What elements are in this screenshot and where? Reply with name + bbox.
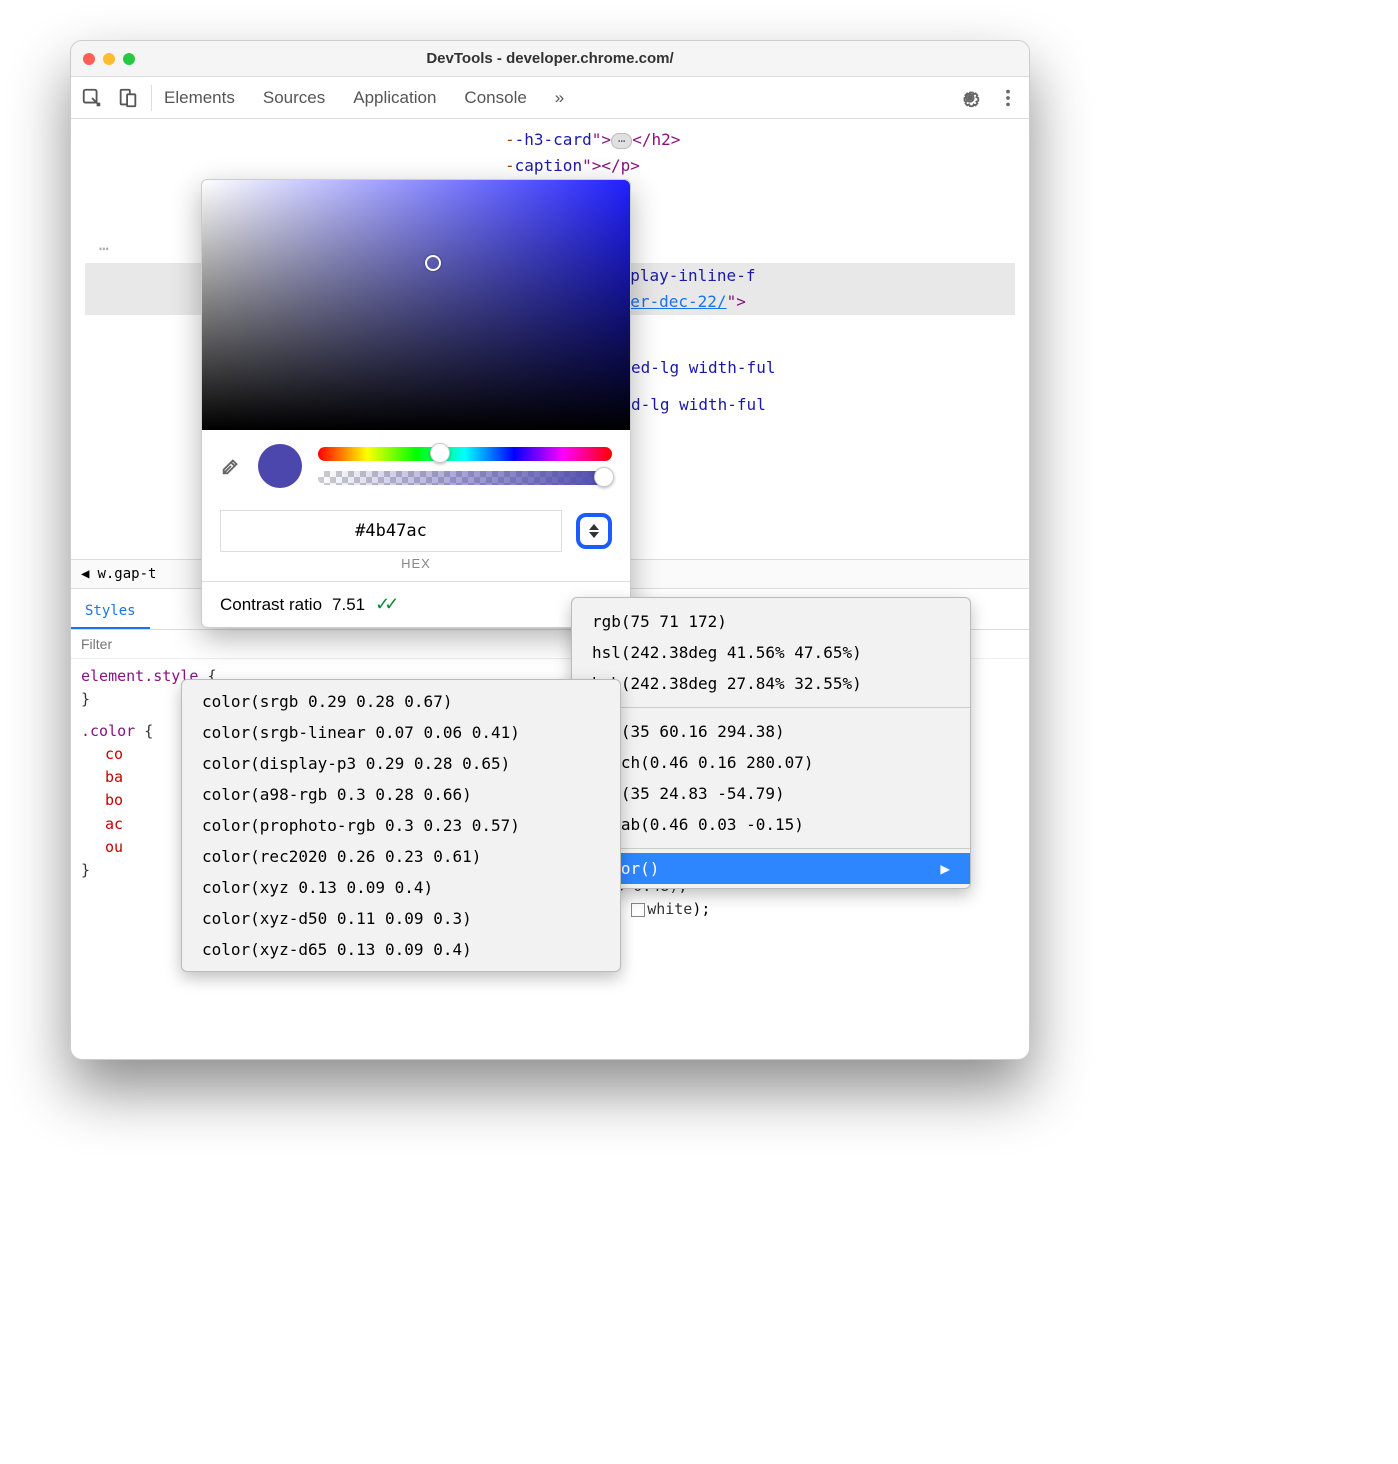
tab-elements[interactable]: Elements: [164, 88, 235, 108]
window-title: DevTools - developer.chrome.com/: [71, 50, 1029, 67]
chevron-down-icon: [589, 532, 599, 538]
inspect-icon[interactable]: [81, 87, 103, 109]
device-toggle-icon[interactable]: [117, 87, 139, 109]
check-icon: ✓✓: [375, 594, 393, 615]
tab-console[interactable]: Console: [464, 88, 526, 108]
submenu-option[interactable]: color(xyz 0.13 0.09 0.4): [182, 872, 620, 903]
eyedropper-icon[interactable]: [220, 455, 242, 477]
format-label: HEX: [202, 556, 630, 581]
styles-filter-input[interactable]: [71, 630, 272, 658]
tab-sources[interactable]: Sources: [263, 88, 325, 108]
format-option[interactable]: oklch(0.46 0.16 280.07): [572, 747, 970, 778]
titlebar: DevTools - developer.chrome.com/: [71, 41, 1029, 77]
format-option-color-fn[interactable]: color() ▶: [572, 853, 970, 884]
submenu-option[interactable]: color(display-p3 0.29 0.28 0.65): [182, 748, 620, 779]
format-toggle-button[interactable]: [576, 513, 612, 549]
panel-tabs: Elements Sources Application Console »: [164, 88, 564, 108]
submenu-arrow-icon: ▶: [940, 859, 950, 878]
submenu-option[interactable]: color(xyz-d50 0.11 0.09 0.3): [182, 903, 620, 934]
chevron-up-icon: [589, 524, 599, 530]
contrast-row[interactable]: Contrast ratio 7.51 ✓✓: [202, 581, 630, 627]
alpha-thumb-icon[interactable]: [594, 467, 614, 487]
color-format-menu: rgb(75 71 172) hsl(242.38deg 41.56% 47.6…: [571, 597, 971, 889]
alpha-slider[interactable]: [318, 471, 612, 485]
devtools-window: DevTools - developer.chrome.com/ Element…: [70, 40, 1030, 1060]
ellipsis-badge[interactable]: ⋯: [611, 133, 632, 149]
format-option[interactable]: oklab(0.46 0.03 -0.15): [572, 809, 970, 840]
color-swatch-icon[interactable]: [631, 903, 645, 917]
format-option[interactable]: rgb(75 71 172): [572, 606, 970, 637]
color-picker-popover: HEX Contrast ratio 7.51 ✓✓: [201, 179, 631, 628]
format-option[interactable]: hsl(242.38deg 41.56% 47.65%): [572, 637, 970, 668]
main-toolbar: Elements Sources Application Console »: [71, 77, 1029, 119]
submenu-option[interactable]: color(srgb 0.29 0.28 0.67): [182, 686, 620, 717]
hue-thumb-icon[interactable]: [430, 443, 450, 463]
submenu-option[interactable]: color(a98-rgb 0.3 0.28 0.66): [182, 779, 620, 810]
settings-gear-icon[interactable]: [959, 87, 981, 109]
spectrum-thumb-icon[interactable]: [425, 255, 441, 271]
current-color-swatch: [258, 444, 302, 488]
tabs-overflow-icon[interactable]: »: [555, 88, 564, 108]
submenu-option[interactable]: color(rec2020 0.26 0.23 0.61): [182, 841, 620, 872]
spectrum-area[interactable]: [202, 180, 630, 430]
format-option[interactable]: hwb(242.38deg 27.84% 32.55%): [572, 668, 970, 699]
tab-application[interactable]: Application: [353, 88, 436, 108]
hue-slider[interactable]: [318, 447, 612, 461]
submenu-option[interactable]: color(xyz-d65 0.13 0.09 0.4): [182, 934, 620, 965]
color-fn-submenu: color(srgb 0.29 0.28 0.67) color(srgb-li…: [181, 679, 621, 972]
elements-panel: --h3-card">⋯</h2> -caption"></p> </div> …: [71, 119, 1029, 1059]
tab-styles[interactable]: Styles: [71, 595, 150, 629]
submenu-option[interactable]: color(prophoto-rgb 0.3 0.23 0.57): [182, 810, 620, 841]
format-option[interactable]: lch(35 60.16 294.38): [572, 716, 970, 747]
submenu-option[interactable]: color(srgb-linear 0.07 0.06 0.41): [182, 717, 620, 748]
breadcrumb-item[interactable]: w.gap-t: [97, 566, 156, 582]
breadcrumb-back-icon[interactable]: ◀: [81, 566, 89, 582]
format-option[interactable]: lab(35 24.83 -54.79): [572, 778, 970, 809]
more-vert-icon[interactable]: [997, 87, 1019, 109]
hex-input[interactable]: [220, 510, 562, 552]
